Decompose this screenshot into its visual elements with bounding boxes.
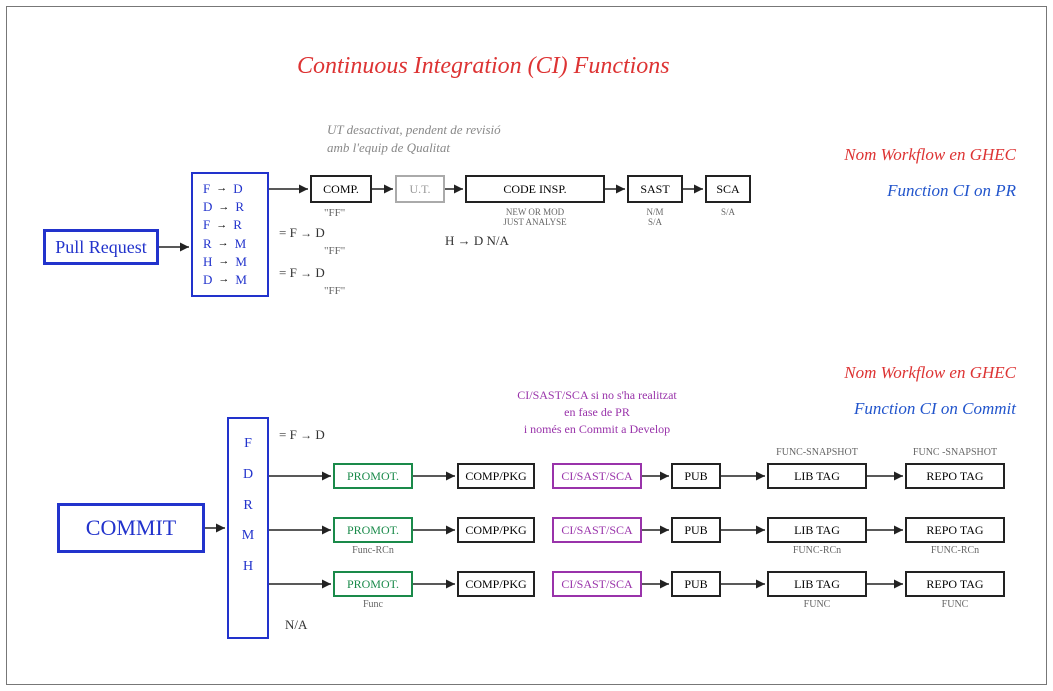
- commit-r2-promot: PROMOT.: [333, 517, 413, 543]
- commit-r1-repotag-sub: FUNC -SNAPSHOT: [905, 447, 1005, 458]
- pr-step-comp: COMP.: [310, 175, 372, 203]
- commit-r3-comppkg: COMP/PKG: [457, 571, 535, 597]
- commit-r2-comppkg: COMP/PKG: [457, 517, 535, 543]
- commit-r3-promot: PROMOT.: [333, 571, 413, 597]
- pr-label: Pull Request: [55, 237, 147, 258]
- pr-ut-note: UT desactivat, pendent de revisió amb l'…: [327, 121, 567, 157]
- commit-note-purple: CI/SAST/SCA si no s'ha realitzat en fase…: [492, 387, 702, 437]
- commit-r1-pub: PUB: [671, 463, 721, 489]
- commit-h-na: N/A: [285, 617, 307, 633]
- commit-r2-promot-sub: Func-RCn: [333, 545, 413, 556]
- pr-eq-2-ff: "FF": [324, 285, 345, 297]
- commit-r3-promot-sub: Func: [333, 599, 413, 610]
- pr-step-sca: SCA: [705, 175, 751, 203]
- commit-box: COMMIT: [57, 503, 205, 553]
- commit-r1-cisast: CI/SAST/SCA: [552, 463, 642, 489]
- commit-r1-libtag-sub: FUNC-SNAPSHOT: [767, 447, 867, 458]
- commit-r2-cisast: CI/SAST/SCA: [552, 517, 642, 543]
- pr-eq-1-ff: "FF": [324, 245, 345, 257]
- diagram-canvas: Continuous Integration (CI) Functions Pu…: [6, 6, 1047, 685]
- pr-side-title: Nom Workflow en GHEC: [844, 145, 1016, 165]
- diagram-title: Continuous Integration (CI) Functions: [297, 53, 670, 80]
- pr-h-row: H → D N/A: [445, 233, 509, 249]
- pr-step-ci-sub: NEW OR MOD JUST ANALYSE: [465, 207, 605, 227]
- commit-r2-repotag: REPO TAG: [905, 517, 1005, 543]
- commit-r2-libtag-sub: FUNC-RCn: [767, 545, 867, 556]
- commit-r1-libtag: LIB TAG: [767, 463, 867, 489]
- pr-step-ci: CODE INSP.: [465, 175, 605, 203]
- pr-branch-box: F→D D→R F→R R→M H→M D→M: [191, 172, 269, 297]
- pr-box: Pull Request: [43, 229, 159, 265]
- commit-r2-libtag: LIB TAG: [767, 517, 867, 543]
- commit-r3-pub: PUB: [671, 571, 721, 597]
- commit-branch-box: F D R M H: [227, 417, 269, 639]
- commit-r1-repotag: REPO TAG: [905, 463, 1005, 489]
- pr-eq-2: = F → D: [279, 265, 325, 281]
- pr-step-sast: SAST: [627, 175, 683, 203]
- commit-r2-repotag-sub: FUNC-RCn: [905, 545, 1005, 556]
- pr-step-ut: U.T.: [395, 175, 445, 203]
- pr-side-func: Function CI on PR: [887, 181, 1016, 201]
- pr-eq-1: = F → D: [279, 225, 325, 241]
- pr-step-sast-sub: N/M S/A: [627, 207, 683, 227]
- commit-side-func: Function CI on Commit: [854, 399, 1016, 419]
- commit-r1-comppkg: COMP/PKG: [457, 463, 535, 489]
- commit-r3-repotag: REPO TAG: [905, 571, 1005, 597]
- pr-step-comp-sub: "FF": [324, 207, 345, 219]
- commit-eq: = F → D: [279, 427, 325, 443]
- commit-r3-libtag: LIB TAG: [767, 571, 867, 597]
- commit-side-title: Nom Workflow en GHEC: [844, 363, 1016, 383]
- commit-r3-libtag-sub: FUNC: [767, 599, 867, 610]
- commit-label: COMMIT: [86, 515, 176, 541]
- commit-r2-pub: PUB: [671, 517, 721, 543]
- commit-r1-promot: PROMOT.: [333, 463, 413, 489]
- commit-r3-cisast: CI/SAST/SCA: [552, 571, 642, 597]
- pr-step-sca-sub: S/A: [705, 207, 751, 217]
- commit-r3-repotag-sub: FUNC: [905, 599, 1005, 610]
